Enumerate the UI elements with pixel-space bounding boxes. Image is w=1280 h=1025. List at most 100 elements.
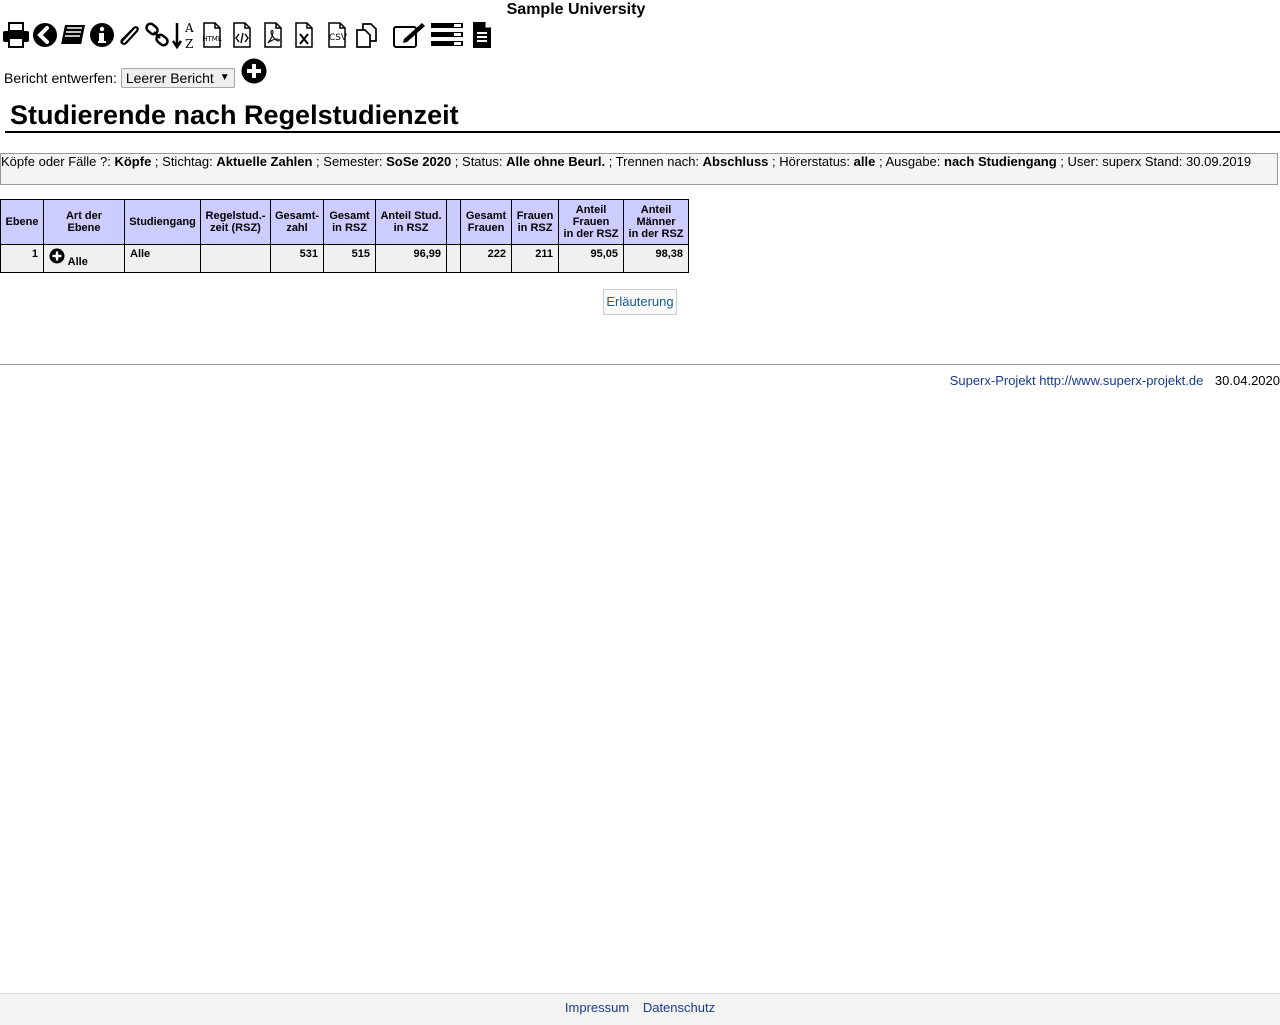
svg-text:A: A bbox=[184, 21, 194, 35]
cell-anteil-frauen: 95,05 bbox=[558, 244, 625, 273]
copy-icon[interactable] bbox=[354, 20, 380, 50]
cell-gesamt-frauen: 222 bbox=[460, 244, 513, 273]
paperclip-icon[interactable] bbox=[116, 20, 142, 50]
col-gesamt-frauen[interactable]: Gesamt Frauen bbox=[460, 199, 513, 245]
header-line: zeit (RSZ) bbox=[210, 222, 261, 234]
col-studiengang[interactable]: Studiengang bbox=[124, 199, 201, 245]
list-icon[interactable] bbox=[430, 20, 464, 50]
superx-project-link[interactable]: Superx-Projekt http://www.superx-projekt… bbox=[950, 373, 1204, 388]
filter-label: ; Semester: bbox=[312, 154, 387, 169]
header-line: Gesamt bbox=[465, 210, 507, 222]
excel-export-icon[interactable] bbox=[292, 20, 316, 50]
results-table: Ebene Art der Ebene Studiengang Regelstu… bbox=[0, 199, 690, 273]
cell-studiengang: Alle bbox=[124, 244, 201, 273]
filter-label: ; Stichtag: bbox=[151, 154, 217, 169]
document-icon[interactable] bbox=[469, 20, 495, 50]
filter-value: Alle ohne Beurl. bbox=[506, 154, 606, 169]
filter-stand: ; User: superx Stand: 30.09.2019 bbox=[1056, 154, 1252, 169]
col-regelstudienzeit[interactable]: Regelstud.- zeit (RSZ) bbox=[200, 199, 271, 245]
divider bbox=[0, 364, 1280, 365]
report-template-value: Leerer Bericht bbox=[125, 70, 214, 86]
chevron-down-icon: ▼ bbox=[219, 72, 230, 83]
col-empty bbox=[446, 199, 462, 245]
csv-export-icon[interactable]: CSV bbox=[324, 20, 350, 50]
header-line: in der RSZ bbox=[628, 228, 684, 240]
filter-value: Abschluss bbox=[702, 154, 769, 169]
header-line: Gesamt- bbox=[275, 210, 320, 222]
header-line: Frauen bbox=[516, 210, 554, 222]
plus-circle-icon bbox=[241, 58, 267, 83]
cell-empty bbox=[446, 244, 462, 273]
back-icon[interactable] bbox=[31, 20, 58, 50]
table-row: 1 Alle Alle 531 515 96,99 222 211 95,05 … bbox=[0, 244, 690, 273]
filter-label: ; Ausgabe: bbox=[875, 154, 945, 169]
header-line: in der RSZ bbox=[563, 228, 619, 240]
design-label: Bericht entwerfen: bbox=[4, 70, 117, 86]
filter-value: Köpfe bbox=[114, 154, 152, 169]
toolbar: AZ HTML CSV bbox=[2, 20, 522, 50]
link-icon[interactable] bbox=[143, 20, 170, 50]
header-line: in RSZ bbox=[332, 222, 367, 234]
pdf-export-icon[interactable] bbox=[261, 20, 285, 50]
cell-regelstudienzeit bbox=[200, 244, 271, 273]
footer-date: 30.04.2020 bbox=[1214, 373, 1280, 388]
header-line: in RSZ bbox=[393, 222, 429, 234]
cell-gesamt-in-rsz: 515 bbox=[323, 244, 377, 273]
col-frauen-in-rsz[interactable]: Frauen in RSZ bbox=[511, 199, 560, 245]
cell-art-der-ebene: Alle bbox=[43, 244, 125, 273]
header-line: Frauen bbox=[572, 216, 610, 228]
col-anteil-maenner[interactable]: Anteil Männer in der RSZ bbox=[623, 199, 690, 245]
header-line: Gesamt bbox=[329, 210, 370, 222]
cell-gesamtzahl: 531 bbox=[269, 244, 325, 273]
header-line: in RSZ bbox=[517, 222, 553, 234]
html-export-icon[interactable]: HTML bbox=[200, 20, 224, 50]
cell-anteil-stud-in-rsz: 96,99 bbox=[375, 244, 448, 273]
cell-anteil-maenner: 98,38 bbox=[623, 244, 690, 273]
header-line: zahl bbox=[286, 222, 308, 234]
col-gesamtzahl[interactable]: Gesamt-zahl bbox=[269, 199, 325, 245]
filter-summary: Köpfe oder Fälle ?: Köpfe ; Stichtag: Ak… bbox=[0, 153, 1278, 185]
col-anteil-frauen[interactable]: Anteil Frauen in der RSZ bbox=[558, 199, 625, 245]
bottom-bar: Impressum Datenschutz bbox=[0, 993, 1280, 1025]
svg-text:Z: Z bbox=[185, 37, 193, 50]
filter-label: ; Status: bbox=[451, 154, 507, 169]
add-report-button[interactable] bbox=[241, 58, 267, 87]
filter-value: SoSe 2020 bbox=[386, 154, 452, 169]
col-gesamt-in-rsz[interactable]: Gesamt in RSZ bbox=[323, 199, 377, 245]
col-anteil-stud-in-rsz[interactable]: Anteil Stud. in RSZ bbox=[375, 199, 448, 245]
filter-value: Aktuelle Zahlen bbox=[216, 154, 313, 169]
filter-value: nach Studiengang bbox=[944, 154, 1057, 169]
filter-label: ; Trennen nach: bbox=[605, 154, 703, 169]
design-row: Bericht entwerfen: Leerer Bericht ▼ bbox=[4, 58, 267, 93]
cell-frauen-in-rsz: 211 bbox=[511, 244, 560, 273]
filter-label: Köpfe oder Fälle ?: bbox=[1, 154, 115, 169]
sort-alpha-icon[interactable]: AZ bbox=[171, 20, 197, 50]
info-icon[interactable] bbox=[88, 20, 115, 50]
expand-plus-icon[interactable] bbox=[49, 248, 65, 267]
footer-line: Superx-Projekt http://www.superx-projekt… bbox=[950, 373, 1280, 388]
university-title: Sample University bbox=[506, 1, 646, 18]
filter-value: alle bbox=[853, 154, 876, 169]
code-export-icon[interactable] bbox=[230, 20, 254, 50]
cell-ebene: 1 bbox=[0, 244, 44, 273]
page-title: Studierende nach Regelstudienzeit bbox=[10, 100, 459, 130]
col-art-der-ebene[interactable]: Art der Ebene bbox=[43, 199, 125, 245]
cell-art-text: Alle bbox=[67, 256, 88, 268]
filter-label: ; Hörerstatus: bbox=[768, 154, 854, 169]
header-line: Anteil bbox=[575, 204, 607, 216]
col-ebene[interactable]: Ebene bbox=[0, 199, 44, 245]
print-icon[interactable] bbox=[2, 20, 30, 50]
report-template-select[interactable]: Leerer Bericht ▼ bbox=[120, 68, 235, 88]
page-title-wrap: Studierende nach Regelstudienzeit bbox=[5, 99, 1280, 133]
edit-icon[interactable] bbox=[392, 20, 426, 50]
table-header-row: Ebene Art der Ebene Studiengang Regelstu… bbox=[0, 199, 690, 245]
impressum-link[interactable]: Impressum bbox=[565, 1000, 629, 1015]
header-line: Männer bbox=[636, 216, 676, 228]
header-line: Regelstud.- bbox=[205, 210, 266, 222]
header-line: Anteil Stud. bbox=[380, 210, 442, 222]
explanation-button[interactable]: Erläuterung bbox=[603, 289, 677, 315]
header-line: Frauen bbox=[467, 222, 505, 234]
books-icon[interactable] bbox=[59, 20, 87, 50]
datenschutz-link[interactable]: Datenschutz bbox=[643, 1000, 715, 1015]
header-line: Anteil bbox=[640, 204, 672, 216]
